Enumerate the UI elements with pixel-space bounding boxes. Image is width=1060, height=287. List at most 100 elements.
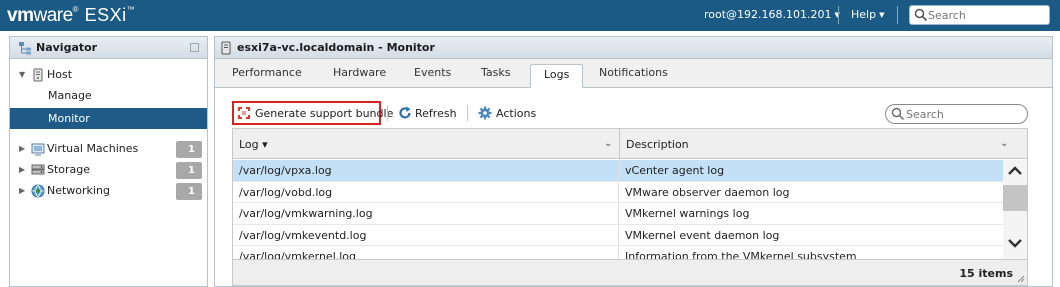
tab-events[interactable]: Events bbox=[414, 66, 451, 79]
table-row[interactable]: /var/log/vmkeventd.log VMkernel event da… bbox=[233, 224, 1003, 246]
table-footer: 15 items bbox=[233, 259, 1027, 285]
actions-label: Actions bbox=[496, 107, 537, 120]
sidebar-item-host[interactable]: ▼ Host bbox=[10, 65, 207, 86]
divider bbox=[838, 6, 839, 24]
log-description: vCenter agent log bbox=[625, 164, 725, 177]
log-description: VMkernel event daemon log bbox=[625, 228, 780, 242]
refresh-button[interactable]: Refresh bbox=[398, 101, 460, 125]
table-header: Log ▾ ⌄ Description ⌄ bbox=[233, 129, 1027, 159]
chevron-down-icon[interactable]: ⌄ bbox=[1000, 138, 1008, 149]
count-badge: 1 bbox=[176, 162, 202, 179]
collapse-panel-icon[interactable] bbox=[190, 43, 199, 52]
cell-divider bbox=[618, 246, 619, 259]
brand-ware: ware bbox=[33, 5, 73, 26]
sidebar-item-networking[interactable]: ▶ Networking 1 bbox=[10, 181, 207, 202]
vm-icon bbox=[31, 143, 45, 156]
tab-tasks[interactable]: Tasks bbox=[481, 66, 510, 79]
top-bar: vmware®ESXi™ root@192.168.101.201▼ Help▼ bbox=[0, 0, 1060, 31]
cell-divider bbox=[618, 224, 619, 245]
vertical-scrollbar[interactable] bbox=[1003, 160, 1027, 259]
chevron-down-icon[interactable]: ⌄ bbox=[604, 138, 612, 149]
host-icon bbox=[33, 68, 43, 82]
sidebar-item-virtual-machines[interactable]: ▶ Virtual Machines 1 bbox=[10, 139, 207, 160]
expand-triangle-icon[interactable]: ▶ bbox=[19, 144, 25, 153]
count-badge: 1 bbox=[176, 141, 202, 158]
logs-table: Log ▾ ⌄ Description ⌄ /var/log/vpxa.log … bbox=[232, 128, 1028, 286]
column-header-description[interactable]: Description ⌄ bbox=[620, 129, 1027, 159]
count-badge: 1 bbox=[176, 183, 202, 200]
tab-notifications[interactable]: Notifications bbox=[599, 66, 668, 79]
column-label: Description bbox=[626, 138, 689, 151]
grid-search[interactable] bbox=[885, 104, 1028, 124]
sidebar-item-manage[interactable]: Manage bbox=[10, 86, 207, 107]
cell-divider bbox=[618, 203, 619, 224]
grid-search-input[interactable] bbox=[906, 106, 1024, 122]
cell-divider bbox=[618, 181, 619, 202]
page-title: esxi7a-vc.localdomain - Monitor bbox=[237, 41, 435, 54]
refresh-icon bbox=[399, 106, 411, 119]
scrollbar-thumb[interactable] bbox=[1003, 185, 1027, 211]
sidebar-item-storage[interactable]: ▶ Storage 1 bbox=[10, 160, 207, 181]
expand-triangle-icon[interactable]: ▶ bbox=[19, 165, 25, 174]
brand-product: ESXi bbox=[84, 5, 127, 25]
item-count: 15 items bbox=[959, 267, 1013, 280]
user-label: root@192.168.101.201 bbox=[704, 8, 832, 21]
sidebar-item-label: Host bbox=[47, 68, 73, 81]
log-path: /var/log/vobd.log bbox=[239, 185, 333, 199]
host-icon bbox=[221, 41, 231, 55]
brand-vm: vm bbox=[7, 5, 34, 26]
toolbar-divider bbox=[387, 105, 388, 121]
monitor-header: esxi7a-vc.localdomain - Monitor bbox=[215, 37, 1052, 59]
divider bbox=[897, 6, 898, 24]
table-row[interactable]: /var/log/vpxa.log vCenter agent log bbox=[233, 160, 1003, 182]
navigator-header: Navigator bbox=[10, 37, 207, 59]
log-path: /var/log/vmkwarning.log bbox=[239, 207, 373, 220]
global-search-input[interactable] bbox=[928, 7, 1046, 23]
generate-support-bundle-button[interactable]: Generate support bundle bbox=[232, 101, 393, 125]
search-icon bbox=[914, 8, 928, 22]
help-menu[interactable]: Help ▼ bbox=[851, 8, 884, 21]
gear-icon bbox=[478, 106, 492, 120]
log-description: Information from the VMkernel subsystem bbox=[625, 250, 857, 259]
sidebar-item-label: Virtual Machines bbox=[47, 142, 139, 155]
log-path: /var/log/vmkeventd.log bbox=[239, 228, 367, 242]
refresh-label: Refresh bbox=[415, 107, 457, 120]
column-label: Log ▾ bbox=[239, 138, 268, 151]
navigator-panel: Navigator ▼ Host Manage Monitor ▶ Virtua… bbox=[9, 36, 208, 287]
sidebar-item-label: Manage bbox=[48, 89, 92, 102]
sidebar-item-label: Networking bbox=[47, 184, 110, 197]
generate-support-bundle-label: Generate support bundle bbox=[255, 107, 394, 120]
brand-reg: ® bbox=[72, 5, 79, 14]
cell-divider bbox=[618, 160, 619, 181]
sidebar-item-label: Monitor bbox=[48, 112, 90, 125]
chevron-down-icon[interactable] bbox=[1007, 235, 1023, 251]
actions-button[interactable]: Actions bbox=[478, 101, 540, 125]
log-description: VMkernel warnings log bbox=[625, 207, 750, 220]
tab-hardware[interactable]: Hardware bbox=[333, 66, 386, 79]
monitor-panel: esxi7a-vc.localdomain - Monitor Performa… bbox=[214, 36, 1053, 287]
network-icon bbox=[31, 184, 45, 198]
expand-triangle-icon[interactable]: ▼ bbox=[19, 70, 25, 79]
global-search[interactable] bbox=[909, 5, 1050, 25]
vmware-esxi-logo: vmware® ESXi™ bbox=[7, 5, 135, 27]
sidebar-item-monitor[interactable]: Monitor bbox=[10, 108, 207, 129]
user-menu[interactable]: root@192.168.101.201▼ bbox=[704, 8, 840, 21]
table-row[interactable]: /var/log/vmkwarning.log VMkernel warning… bbox=[233, 203, 1003, 225]
table-row[interactable]: /var/log/vobd.log VMware observer daemon… bbox=[233, 181, 1003, 203]
column-header-log[interactable]: Log ▾ ⌄ bbox=[233, 129, 619, 159]
storage-icon bbox=[31, 164, 45, 175]
tab-performance[interactable]: Performance bbox=[232, 66, 302, 79]
log-path: /var/log/vpxa.log bbox=[239, 164, 332, 177]
toolbar-divider bbox=[467, 105, 468, 121]
table-row[interactable]: /var/log/vmkernel.log Information from t… bbox=[233, 246, 1003, 259]
log-description: VMware observer daemon log bbox=[625, 185, 790, 199]
brand-tm: ™ bbox=[126, 5, 135, 14]
tab-bar: Performance Hardware Events Tasks Logs N… bbox=[215, 59, 1052, 88]
sidebar-item-label: Storage bbox=[47, 163, 91, 176]
search-icon bbox=[891, 107, 905, 121]
resize-grip-icon[interactable] bbox=[1017, 275, 1025, 283]
expand-triangle-icon[interactable]: ▶ bbox=[19, 186, 25, 195]
tab-logs[interactable]: Logs bbox=[530, 64, 584, 88]
chevron-up-icon[interactable] bbox=[1007, 163, 1023, 179]
chevron-down-icon: ▼ bbox=[879, 11, 885, 19]
